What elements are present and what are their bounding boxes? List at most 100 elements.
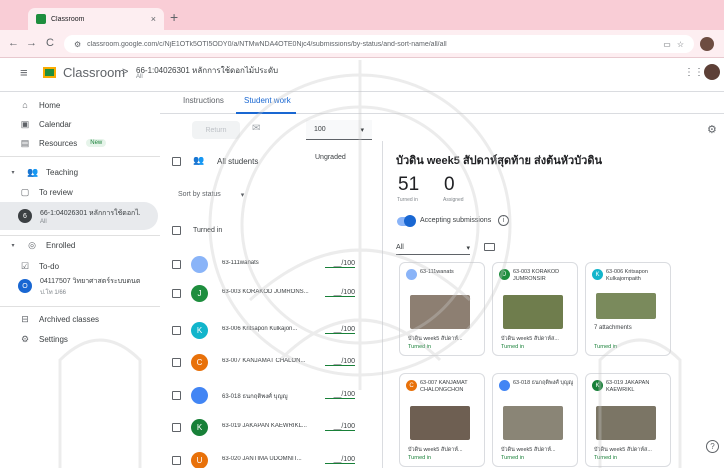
- sidebar-item-label: Settings: [39, 334, 68, 344]
- sidebar-item-archived[interactable]: ⊟ Archived classes: [0, 310, 158, 328]
- submission-card[interactable]: K 63-006 Kritsapon Kulkajornpaith 7 attach…: [585, 262, 671, 356]
- new-badge: New: [86, 139, 107, 147]
- select-all-checkbox[interactable]: [172, 157, 181, 166]
- reload-icon[interactable]: C: [46, 38, 54, 49]
- submission-card[interactable]: 63-018 ธนกฤติพงศ์ บุญญู บัวดิน week5 สัปด…: [492, 373, 578, 467]
- grade-field[interactable]: __/100: [325, 289, 355, 297]
- sidebar-item-settings[interactable]: ⚙ Settings: [0, 330, 158, 348]
- student-checkbox[interactable]: [172, 456, 181, 465]
- submission-status: Turned in: [408, 344, 432, 350]
- submission-card[interactable]: K 63-019 JAKAPAN KAEWRIKL บัวดิน week5 สัป…: [585, 373, 671, 467]
- grade-field[interactable]: __/100: [325, 260, 355, 268]
- sidebar-item-calendar[interactable]: ▣ Calendar: [0, 115, 158, 133]
- attachment-file-name[interactable]: บัวดิน week5 สัปดาห์ส...: [594, 446, 668, 454]
- settings-gear-icon[interactable]: ⚙: [707, 123, 717, 136]
- student-name: 63-003 KORAKOD JUMRONS...: [222, 289, 309, 295]
- drive-folder-icon[interactable]: [484, 243, 495, 251]
- attachment-thumbnail[interactable]: [596, 406, 656, 440]
- turned-in-section-checkbox[interactable]: [172, 226, 181, 235]
- attachment-thumbnail[interactable]: [410, 295, 470, 329]
- sort-select[interactable]: Sort by status ▾: [178, 191, 244, 199]
- sidebar-section-enrolled[interactable]: ▾ ◎ Enrolled: [0, 236, 158, 254]
- class-avatar: O: [18, 279, 32, 293]
- sidebar-divider: [0, 306, 160, 307]
- sidebar-item-home[interactable]: ⌂ Home: [0, 96, 158, 114]
- student-checkbox[interactable]: [172, 391, 181, 400]
- attachment-thumbnail[interactable]: [503, 406, 563, 440]
- sidebar-class-enrolled[interactable]: O 04117507 วิทยาศาสตร์ระบบดนตรี... ป.โท …: [0, 272, 158, 300]
- student-name: 63-020 JANTIMA UDOMNIT...: [222, 456, 302, 462]
- submission-status: Turned in: [501, 344, 525, 350]
- new-tab-icon[interactable]: +: [170, 10, 178, 24]
- student-checkbox[interactable]: [172, 358, 181, 367]
- browser-profile-avatar[interactable]: [700, 37, 714, 51]
- submission-card[interactable]: J 63-003 KORAKOD JUMRONSIR บัวดิน week5 สั…: [492, 262, 578, 356]
- attachment-file-name[interactable]: บัวดิน week5 สัปดาห์...: [408, 335, 482, 343]
- attachment-thumbnail[interactable]: [596, 293, 656, 319]
- student-row[interactable]: K 63-006 Kritsapon Kulkajon... __/100: [160, 316, 382, 345]
- sidebar-item-label: To review: [39, 187, 73, 197]
- accepting-submissions-toggle[interactable]: [397, 215, 416, 227]
- breadcrumb-class-name[interactable]: 66-1:04026301 หลักการใช้ดอกไม้ประดับ: [136, 64, 278, 77]
- mail-icon[interactable]: ✉: [252, 123, 260, 134]
- browser-tab[interactable]: Classroom ×: [28, 8, 164, 30]
- attachment-file-name[interactable]: บัวดิน week5 สัปดาห์ส...: [501, 335, 575, 343]
- chevron-down-icon: ▾: [360, 126, 364, 134]
- sidebar-section-teaching[interactable]: ▾ 👥 Teaching: [0, 163, 158, 181]
- attachment-file-name[interactable]: บัวดิน week5 สัปดาห์...: [408, 446, 482, 454]
- hamburger-menu-icon[interactable]: ≡: [20, 66, 28, 79]
- forward-icon[interactable]: →: [26, 38, 37, 49]
- account-avatar[interactable]: [704, 64, 720, 80]
- student-checkbox[interactable]: [172, 423, 181, 432]
- ungraded-label: Ungraded: [315, 154, 346, 161]
- active-tab-indicator: [236, 112, 296, 114]
- attachment-thumbnail[interactable]: [410, 406, 470, 440]
- submission-card[interactable]: 63-111wanats บัวดิน week5 สัปดาห์... Turne…: [399, 262, 485, 356]
- student-name: 63-111wanats: [222, 260, 259, 266]
- points-select[interactable]: 100 ▾: [306, 120, 372, 140]
- student-row[interactable]: U 63-020 JANTIMA UDOMNIT... __/100: [160, 446, 382, 468]
- class-name: 04117507 วิทยาศาสตร์ระบบดนตรี...: [40, 277, 140, 285]
- sidebar-item-label: Home: [39, 100, 61, 110]
- back-icon[interactable]: ←: [8, 38, 19, 49]
- sidebar-item-resources[interactable]: ▤ Resources New: [0, 134, 158, 152]
- app-title[interactable]: Classroom: [63, 65, 125, 80]
- grade-field[interactable]: __/100: [325, 391, 355, 399]
- cast-icon[interactable]: ▭: [663, 40, 671, 49]
- info-icon[interactable]: i: [498, 215, 509, 226]
- grade-field[interactable]: __/100: [325, 358, 355, 366]
- student-avatar: K: [592, 380, 603, 391]
- sidebar-item-to-review[interactable]: ▢ To review: [0, 183, 158, 201]
- help-icon[interactable]: ?: [706, 440, 719, 453]
- tab-instructions[interactable]: Instructions: [183, 96, 224, 105]
- attachment-file-name[interactable]: บัวดิน week5 สัปดาห์...: [501, 446, 575, 454]
- grade-field[interactable]: __/100: [325, 423, 355, 431]
- tab-close-icon[interactable]: ×: [151, 14, 156, 24]
- grade-field[interactable]: __/100: [325, 326, 355, 334]
- attachment-thumbnail[interactable]: [503, 295, 563, 329]
- url-field[interactable]: ⚙ classroom.google.com/c/NjE1OTk5OTI5ODY…: [64, 35, 694, 53]
- site-info-icon[interactable]: ⚙: [74, 40, 81, 49]
- student-name: 63-018 ธนกฤติพงศ์ บุญญู: [222, 394, 288, 400]
- student-avatar: K: [191, 322, 208, 339]
- student-checkbox[interactable]: [172, 326, 181, 335]
- chevron-down-icon: ▾: [240, 192, 245, 199]
- student-row[interactable]: C 63-007 KANJAMAT CHALON... __/100: [160, 348, 382, 377]
- tab-student-work[interactable]: Student work: [244, 96, 291, 105]
- sidebar-item-label: To-do: [39, 261, 60, 271]
- bookmark-star-icon[interactable]: ☆: [677, 40, 684, 49]
- student-checkbox[interactable]: [172, 289, 181, 298]
- student-row[interactable]: 63-111wanats __/100: [160, 250, 382, 279]
- student-row[interactable]: J 63-003 KORAKOD JUMRONS... __/100: [160, 279, 382, 308]
- submission-filter-select[interactable]: All ▾: [396, 244, 470, 255]
- student-row[interactable]: K 63-019 JAKAPAN KAEWRIKL... __/100: [160, 413, 382, 442]
- checklist-icon: ☑: [20, 260, 30, 271]
- sidebar-item-label: Calendar: [39, 119, 72, 129]
- return-button[interactable]: Return: [192, 121, 240, 139]
- sidebar-class-teaching[interactable]: 6 66-1:04026301 หลักการใช้ดอกไ... All: [0, 202, 158, 230]
- student-avatar: K: [592, 269, 603, 280]
- submission-card[interactable]: C 63-007 KANJAMAT CHALONGCHON บัวดิน week5…: [399, 373, 485, 467]
- grade-field[interactable]: __/100: [325, 456, 355, 464]
- student-checkbox[interactable]: [172, 260, 181, 269]
- student-row[interactable]: 63-018 ธนกฤติพงศ์ บุญญู __/100: [160, 381, 382, 410]
